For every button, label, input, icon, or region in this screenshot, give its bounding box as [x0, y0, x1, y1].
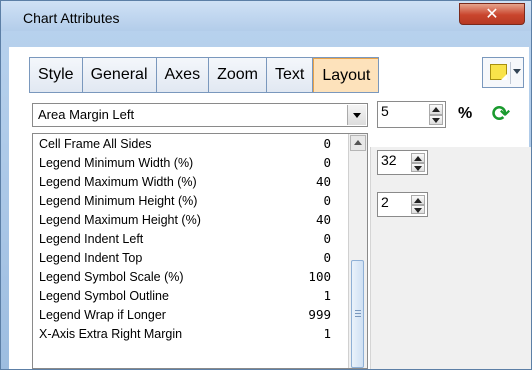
note-dropdown-button[interactable] [482, 57, 524, 88]
list-item[interactable]: Legend Indent Left 0 [39, 230, 339, 248]
scroll-up-button[interactable] [350, 135, 366, 151]
dropdown-arrow-icon[interactable] [347, 105, 366, 125]
window-title: Chart Attributes [23, 10, 120, 26]
close-button[interactable]: ✕ [459, 3, 525, 25]
vertical-scrollbar[interactable] [348, 134, 367, 368]
tab-layout[interactable]: Layout [313, 58, 379, 92]
unit-label: % [458, 105, 473, 122]
sticky-note-icon [490, 64, 507, 80]
value-spinner[interactable]: 5 [377, 101, 446, 128]
tab-general[interactable]: General [82, 58, 157, 92]
spinner-field-2[interactable]: 32 [377, 150, 428, 175]
spin-down-button[interactable] [411, 204, 425, 214]
spin-up-button[interactable] [411, 195, 425, 205]
tab-axes[interactable]: Axes [156, 58, 210, 92]
list-item[interactable]: Legend Symbol Outline 1 [39, 287, 339, 305]
list-item[interactable]: Legend Minimum Width (%) 0 [39, 154, 339, 172]
chart-attributes-window: Chart Attributes ✕ Style General Axes Zo… [0, 0, 532, 370]
tab-strip: Style General Axes Zoom Text Layout [29, 57, 380, 93]
list-item[interactable]: Legend Indent Top 0 [39, 249, 339, 267]
spinner-field-3-value: 2 [381, 194, 389, 210]
value-spinner-value: 5 [381, 103, 389, 119]
spin-up-button[interactable] [429, 104, 443, 115]
tab-zoom[interactable]: Zoom [209, 58, 267, 92]
attribute-list[interactable]: Cell Frame All Sides 0 Legend Minimum Wid… [32, 133, 368, 369]
tab-style[interactable]: Style [30, 58, 83, 92]
spinner-field-2-value: 32 [381, 152, 397, 168]
list-item[interactable]: Legend Minimum Height (%) 0 [39, 192, 339, 210]
button-separator [510, 62, 511, 84]
close-icon: ✕ [485, 4, 499, 23]
spin-up-button[interactable] [411, 153, 425, 163]
list-item[interactable]: Legend Maximum Width (%) 40 [39, 173, 339, 191]
scrollbar-thumb[interactable] [351, 260, 364, 368]
refresh-icon[interactable]: ⟳ [490, 104, 512, 126]
tab-text[interactable]: Text [266, 58, 314, 92]
list-item[interactable]: Legend Symbol Scale (%) 100 [39, 268, 339, 286]
spinner-field-3[interactable]: 2 [377, 192, 428, 217]
attribute-select[interactable]: Area Margin Left [32, 103, 368, 127]
list-item[interactable]: Cell Frame All Sides 0 [39, 135, 339, 153]
spin-down-button[interactable] [411, 162, 425, 172]
title-bar[interactable]: Chart Attributes [1, 1, 531, 31]
list-item[interactable]: X-Axis Extra Right Margin 1 [39, 325, 339, 343]
spin-down-button[interactable] [429, 114, 443, 125]
detail-panel [370, 147, 531, 369]
list-item[interactable]: Legend Maximum Height (%) 40 [39, 211, 339, 229]
attribute-select-value: Area Margin Left [38, 107, 135, 122]
chevron-down-icon[interactable] [513, 69, 521, 74]
list-item[interactable]: Legend Wrap if Longer 999 [39, 306, 339, 324]
